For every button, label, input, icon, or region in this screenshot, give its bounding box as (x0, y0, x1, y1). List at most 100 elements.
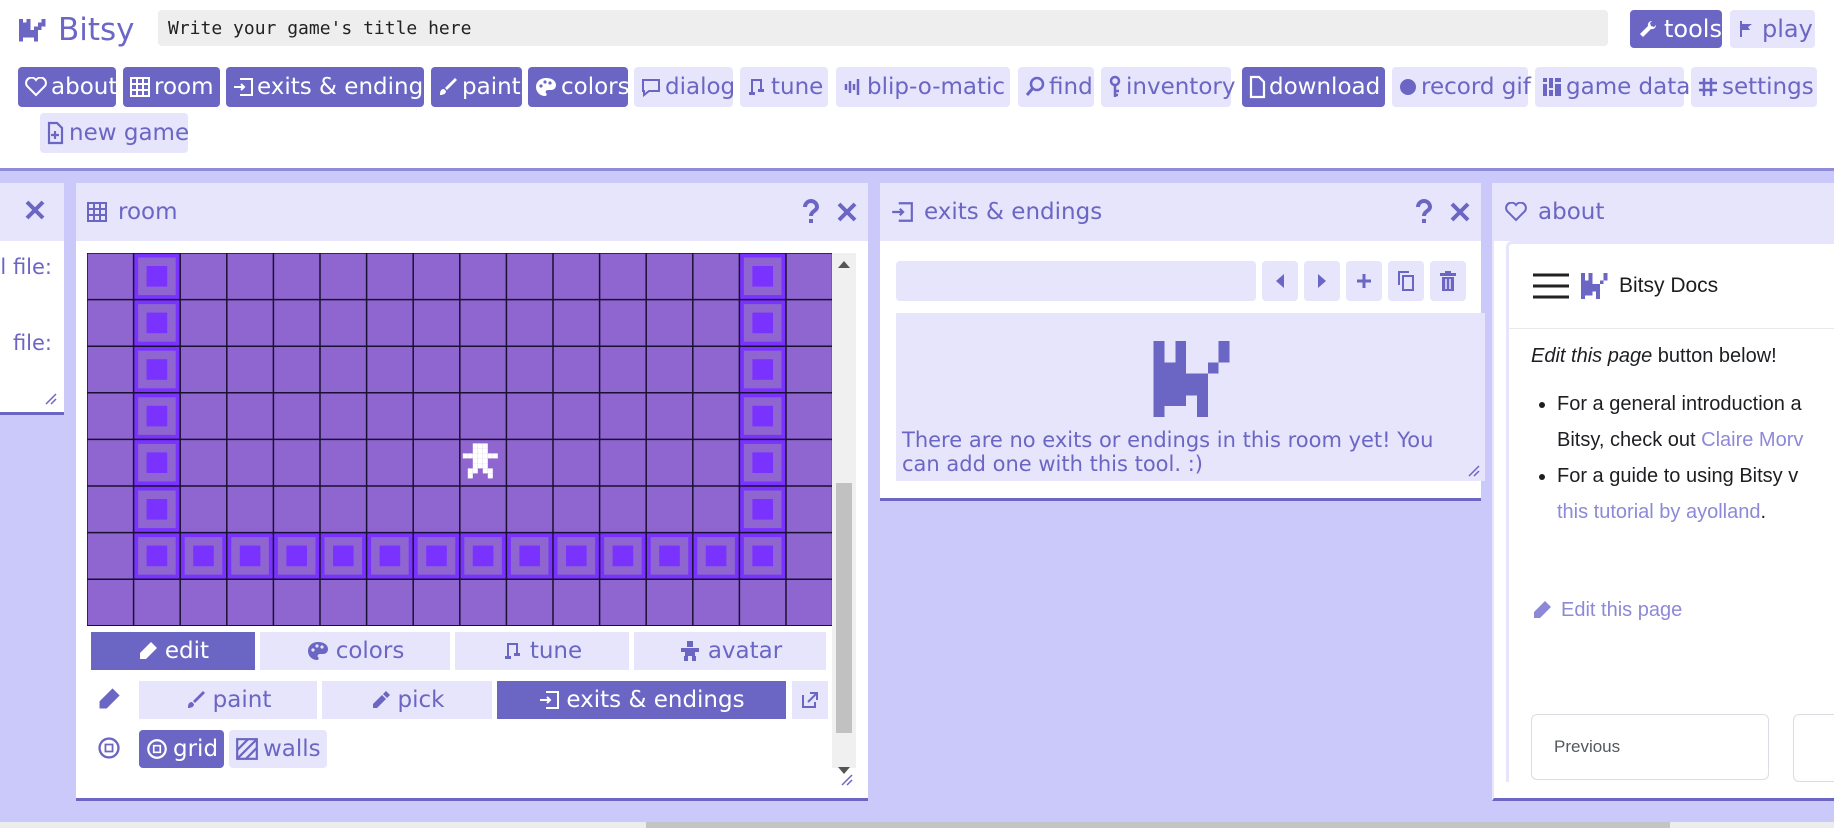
walls-toggle[interactable]: walls (229, 730, 327, 768)
resize-handle-icon[interactable] (1467, 464, 1481, 478)
tool-pick[interactable]: pick (322, 681, 492, 719)
wall-tile[interactable] (505, 532, 554, 580)
wall-tile[interactable] (133, 485, 181, 534)
wall-tile[interactable] (133, 345, 181, 394)
nav-paint[interactable]: paint (431, 67, 522, 107)
tab-avatar-label: avatar (707, 638, 783, 664)
tool-exits-endings[interactable]: exits & endings (497, 681, 786, 719)
docs-previous-label: Previous (1554, 737, 1621, 756)
wall-tile[interactable] (319, 532, 368, 580)
close-icon[interactable] (836, 201, 858, 223)
wall-tile[interactable] (738, 253, 787, 301)
wall-tile[interactable] (226, 532, 274, 580)
docs-edit-link[interactable]: Edit this page (1531, 592, 1834, 628)
game-title-input[interactable] (158, 10, 1608, 46)
close-icon[interactable] (1449, 201, 1471, 223)
exit-icon (890, 200, 914, 224)
nav-dialog[interactable]: dialog (634, 67, 735, 107)
walls-icon (236, 738, 258, 760)
arrow-left-icon (1276, 274, 1284, 288)
docs-link-tutorial[interactable]: this tutorial by ayolland (1557, 501, 1760, 523)
room-card-scrollbar[interactable] (832, 253, 856, 774)
close-icon[interactable] (24, 199, 46, 225)
wall-tile[interactable] (133, 438, 181, 487)
help-icon[interactable] (1413, 199, 1435, 225)
nav-tune[interactable]: tune (740, 67, 828, 107)
wall-tile[interactable] (366, 532, 414, 580)
horizontal-scroll-thumb[interactable] (646, 822, 1670, 828)
tab-edit[interactable]: edit (91, 632, 255, 670)
wall-tile[interactable] (692, 532, 740, 580)
nav-settings[interactable]: settings (1691, 67, 1817, 107)
nav-find[interactable]: find (1018, 67, 1094, 107)
nav-blip[interactable]: blip-o-matic (836, 67, 1010, 107)
tools-button[interactable]: tools (1630, 10, 1722, 48)
nav-exits[interactable]: exits & endings (226, 67, 435, 107)
delete-exit-button[interactable] (1430, 261, 1466, 301)
wall-tile[interactable] (133, 392, 181, 440)
tab-tune[interactable]: tune (455, 632, 629, 670)
wall-tile[interactable] (133, 299, 181, 347)
wall-tile[interactable] (133, 532, 181, 580)
nav-download[interactable]: download (1242, 67, 1385, 107)
help-icon[interactable] (800, 199, 822, 225)
open-tool-button[interactable] (792, 681, 828, 719)
wall-tile[interactable] (272, 532, 321, 580)
bitsy-cat-icon (1153, 341, 1230, 417)
wall-tile[interactable] (645, 532, 694, 580)
room-tile-grid[interactable] (87, 253, 832, 626)
hamburger-menu-icon[interactable] (1533, 272, 1569, 300)
wall-tile[interactable] (179, 532, 228, 580)
trash-icon (1440, 271, 1456, 291)
nav-record-gif[interactable]: record gif (1392, 67, 1531, 107)
resize-handle-icon[interactable] (840, 773, 854, 787)
heart-icon (25, 77, 47, 97)
scroll-up-icon[interactable] (837, 259, 851, 269)
speech-bubble-icon (642, 79, 660, 98)
nav-room[interactable]: room (123, 67, 220, 107)
nav-colors[interactable]: colors (528, 67, 630, 107)
next-exit-button[interactable] (1304, 261, 1340, 301)
external-link-icon (802, 692, 818, 708)
avatar-sprite[interactable] (462, 443, 498, 479)
nav-new-game[interactable]: new game (40, 113, 189, 153)
docs-link-claire[interactable]: Claire Morv (1701, 429, 1803, 451)
wall-tile[interactable] (738, 345, 787, 394)
grid-toggle-icon (98, 737, 120, 759)
nav-about[interactable]: about (18, 67, 117, 107)
resize-handle-icon[interactable] (44, 392, 58, 406)
wall-tile[interactable] (738, 485, 787, 534)
tab-colors-label: colors (335, 638, 405, 664)
add-exit-button[interactable] (1346, 261, 1382, 301)
prev-exit-button[interactable] (1262, 261, 1298, 301)
wall-tile[interactable] (133, 253, 181, 301)
scrollbar-thumb[interactable] (836, 483, 852, 733)
new-file-icon (47, 121, 64, 145)
wall-tile[interactable] (738, 392, 787, 440)
workspace-horizontal-scrollbar[interactable] (0, 822, 1834, 828)
tool-paint[interactable]: paint (139, 681, 317, 719)
duplicate-exit-button[interactable] (1388, 261, 1424, 301)
docs-previous-button[interactable]: Previous (1531, 714, 1769, 780)
grid-toggle[interactable]: grid (139, 730, 225, 768)
wall-tile[interactable] (412, 532, 461, 580)
tab-avatar[interactable]: avatar (634, 632, 826, 670)
wall-tile[interactable] (738, 299, 787, 347)
wall-tile[interactable] (552, 532, 601, 580)
wall-tile[interactable] (738, 532, 787, 580)
exit-name-input[interactable] (896, 261, 1256, 301)
partial-card-left: al file: file: (0, 183, 64, 415)
play-button[interactable]: play (1730, 10, 1815, 48)
nav-inventory[interactable]: inventory (1101, 67, 1235, 107)
wall-tile[interactable] (599, 532, 647, 580)
app-logo: Bitsy (18, 10, 135, 50)
wall-tile[interactable] (738, 438, 787, 487)
nav-settings-label: settings (1722, 74, 1814, 100)
nav-game-data[interactable]: game data (1535, 67, 1690, 107)
nav-inventory-label: inventory (1126, 74, 1236, 100)
room-canvas[interactable] (87, 253, 832, 626)
wall-tile[interactable] (459, 532, 507, 580)
tab-colors[interactable]: colors (260, 632, 450, 670)
docs-next-button[interactable] (1793, 714, 1834, 782)
tool-paint-label: paint (212, 687, 272, 713)
